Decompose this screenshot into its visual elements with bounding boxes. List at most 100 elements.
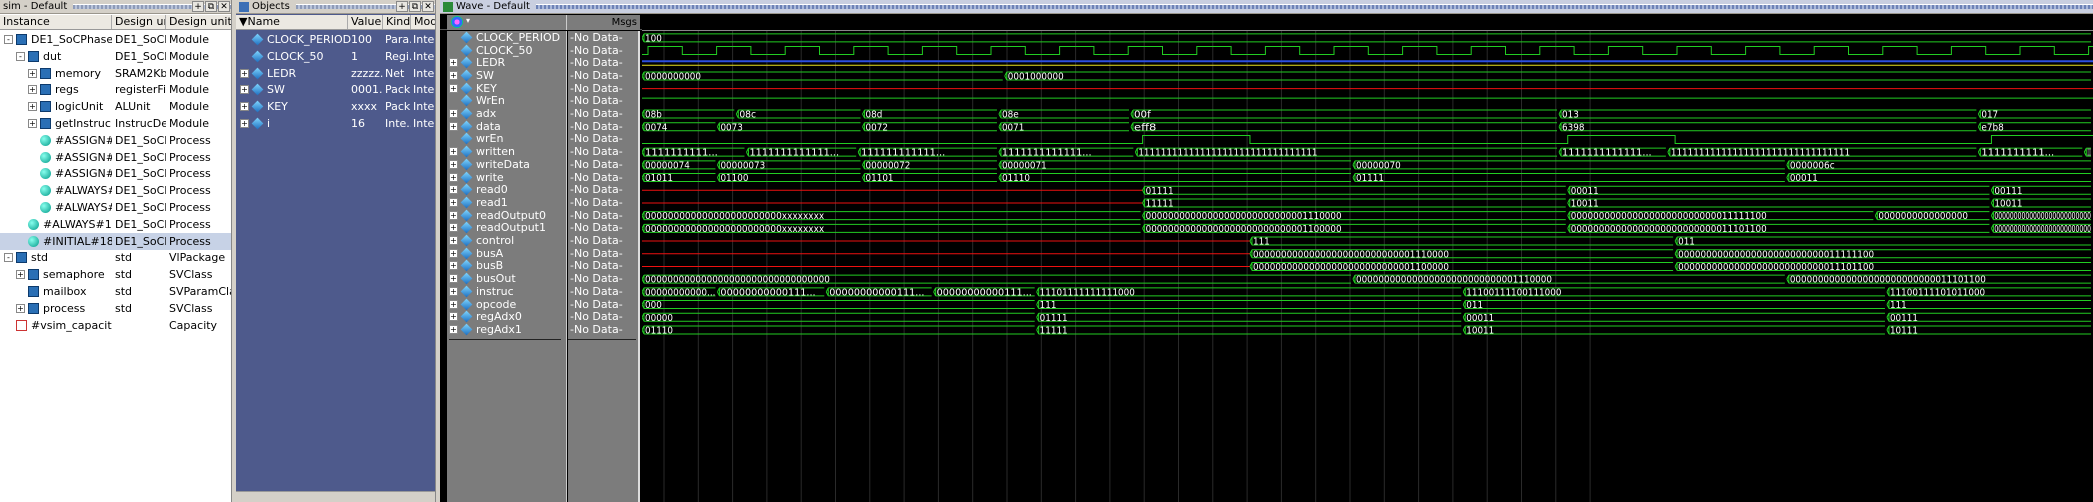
- objects-col-mode[interactable]: Mode: [411, 15, 435, 29]
- instance-row[interactable]: #vsim_capacity# Capacity: [0, 317, 231, 334]
- objects-col-kind[interactable]: Kind: [383, 15, 411, 29]
- dock-icon[interactable]: +: [396, 1, 408, 12]
- wave-signal-row[interactable]: + busB: [447, 259, 567, 272]
- instance-row[interactable]: #ASSIGN#...DE1_SoCP...Process: [0, 149, 231, 166]
- expand-icon[interactable]: +: [449, 83, 458, 93]
- expand-icon[interactable]: +: [240, 68, 249, 78]
- collapse-icon[interactable]: -: [16, 51, 25, 61]
- wave-signal-row[interactable]: + KEY: [447, 82, 567, 95]
- wave-signal-row[interactable]: + control: [447, 234, 567, 247]
- wave-signal-row[interactable]: + opcode: [447, 298, 567, 311]
- dock-icon[interactable]: +: [192, 1, 204, 12]
- object-row[interactable]: CLOCK_50 1 Regi...Intern: [236, 48, 435, 65]
- expand-icon[interactable]: +: [449, 210, 458, 220]
- object-row[interactable]: +i16Inte...Intern: [236, 115, 435, 132]
- instance-row[interactable]: #INITIAL#188DE1_SoCP...Process: [0, 232, 231, 250]
- wave-signal-row[interactable]: + busA: [447, 247, 567, 260]
- objects-col-name[interactable]: ▼Name: [236, 15, 348, 29]
- expand-icon[interactable]: +: [28, 85, 37, 95]
- wave-signal-row[interactable]: + regAdx0: [447, 310, 567, 323]
- expand-icon[interactable]: +: [240, 119, 249, 128]
- instance-row[interactable]: #ALWAYS#...DE1_SoCP...Process: [0, 182, 231, 199]
- wave-signal-row[interactable]: + readOutput1: [447, 221, 567, 234]
- expand-icon[interactable]: +: [449, 324, 458, 334]
- expand-icon[interactable]: +: [16, 303, 25, 313]
- wave-drag-band[interactable]: [535, 4, 2093, 9]
- undock-icon[interactable]: ⧉: [409, 1, 421, 12]
- expand-icon[interactable]: +: [449, 109, 458, 119]
- signal-palette-icon[interactable]: [451, 16, 463, 28]
- expand-icon[interactable]: +: [449, 223, 458, 233]
- wave-signal-row[interactable]: + instruc: [447, 285, 567, 298]
- expand-icon[interactable]: +: [449, 286, 458, 296]
- objects-scrollbar[interactable]: [236, 491, 435, 502]
- wave-signal-row[interactable]: CLOCK_PERIOD: [447, 31, 567, 44]
- expand-icon[interactable]: +: [449, 147, 458, 157]
- expand-icon[interactable]: +: [449, 185, 458, 195]
- wave-signal-row[interactable]: + adx: [447, 107, 567, 120]
- wave-signal-row[interactable]: + written: [447, 145, 567, 158]
- object-row[interactable]: + KEY xxxx Pack...Intern: [236, 98, 435, 115]
- sim-col-instance[interactable]: Instance: [0, 15, 112, 29]
- undock-icon[interactable]: ⧉: [205, 1, 217, 12]
- waveform-canvas[interactable]: 100 0000000000 0001000000 08b 08c 08d 08e 00f 01…: [642, 15, 2093, 502]
- close-icon[interactable]: ✕: [218, 1, 230, 12]
- expand-icon[interactable]: +: [28, 119, 37, 128]
- expand-icon[interactable]: +: [240, 85, 249, 95]
- instance-row[interactable]: - std std VlPackage: [0, 249, 231, 266]
- sim-col-design-unit[interactable]: Design unit: [112, 15, 166, 29]
- expand-icon[interactable]: +: [16, 270, 25, 280]
- wave-signal-row[interactable]: + data: [447, 120, 567, 133]
- close-icon[interactable]: ✕: [422, 1, 434, 12]
- instance-row[interactable]: + getInstruc InstrucDec...Module: [0, 115, 231, 132]
- instance-row[interactable]: mailbox std SVParamClass: [0, 283, 231, 300]
- expand-icon[interactable]: +: [449, 121, 458, 131]
- expand-icon[interactable]: +: [449, 70, 458, 80]
- sim-col-design-unit-type[interactable]: Design unit type: [166, 15, 231, 29]
- chevron-down-icon[interactable]: ▾: [466, 16, 470, 25]
- instance-row[interactable]: + semaphore std SVClass: [0, 266, 231, 283]
- expand-icon[interactable]: +: [449, 274, 458, 284]
- instance-row[interactable]: - dut DE1_SoCP...Module: [0, 48, 231, 65]
- expand-icon[interactable]: +: [449, 248, 458, 258]
- expand-icon[interactable]: +: [240, 102, 249, 112]
- expand-icon[interactable]: +: [449, 58, 458, 68]
- expand-icon[interactable]: +: [449, 299, 458, 309]
- wave-signal-row[interactable]: + write: [447, 171, 567, 184]
- signal-icon: [251, 117, 264, 130]
- instance-row[interactable]: #ALWAYS#180...DE1_SoCP...Process: [0, 216, 231, 233]
- wave-signal-row[interactable]: WrEn: [447, 94, 567, 107]
- instance-row[interactable]: + regs registerFileModule: [0, 81, 231, 98]
- wave-signal-row[interactable]: wrEn: [447, 132, 567, 145]
- instance-row[interactable]: #ALWAYS#...DE1_SoCP...Process: [0, 199, 231, 216]
- wave-signal-row[interactable]: CLOCK_50: [447, 44, 567, 57]
- expand-icon[interactable]: +: [449, 261, 458, 271]
- expand-icon[interactable]: +: [449, 197, 458, 207]
- wave-signal-row[interactable]: + regAdx1: [447, 323, 567, 336]
- object-row[interactable]: + LEDR zzzzz...Net Intern: [236, 65, 435, 82]
- wave-signal-row[interactable]: + read1: [447, 196, 567, 209]
- instance-row[interactable]: + logicUnit ALUnit Module: [0, 98, 231, 115]
- object-row[interactable]: CLOCK_PERIOD100 Para...Intern: [236, 31, 435, 48]
- wave-signal-row[interactable]: + writeData: [447, 158, 567, 171]
- collapse-icon[interactable]: -: [4, 253, 13, 263]
- instance-row[interactable]: + memory SRAM2Kby16Module: [0, 65, 231, 82]
- expand-icon[interactable]: +: [28, 102, 37, 112]
- instance-row[interactable]: + process std SVClass: [0, 300, 231, 317]
- object-row[interactable]: + SW 0001...Pack...Intern: [236, 81, 435, 98]
- collapse-icon[interactable]: -: [4, 35, 13, 44]
- instance-row[interactable]: #ASSIGN#...DE1_SoCP...Process: [0, 165, 231, 182]
- wave-signal-row[interactable]: + SW: [447, 69, 567, 82]
- instance-row[interactable]: #ASSIGN#...DE1_SoCP...Process: [0, 132, 231, 149]
- wave-signal-row[interactable]: + read0: [447, 183, 567, 196]
- expand-icon[interactable]: +: [449, 236, 458, 246]
- expand-icon[interactable]: +: [449, 159, 458, 169]
- expand-icon[interactable]: +: [28, 68, 37, 78]
- instance-row[interactable]: - DE1_SoCPhaseII_...DE1_SoCP...Module: [0, 31, 231, 48]
- wave-signal-row[interactable]: + busOut: [447, 272, 567, 285]
- wave-signal-row[interactable]: + LEDR: [447, 56, 567, 69]
- wave-signal-row[interactable]: + readOutput0: [447, 209, 567, 222]
- expand-icon[interactable]: +: [449, 312, 458, 322]
- objects-col-value[interactable]: Value: [348, 15, 383, 29]
- expand-icon[interactable]: +: [449, 172, 458, 182]
